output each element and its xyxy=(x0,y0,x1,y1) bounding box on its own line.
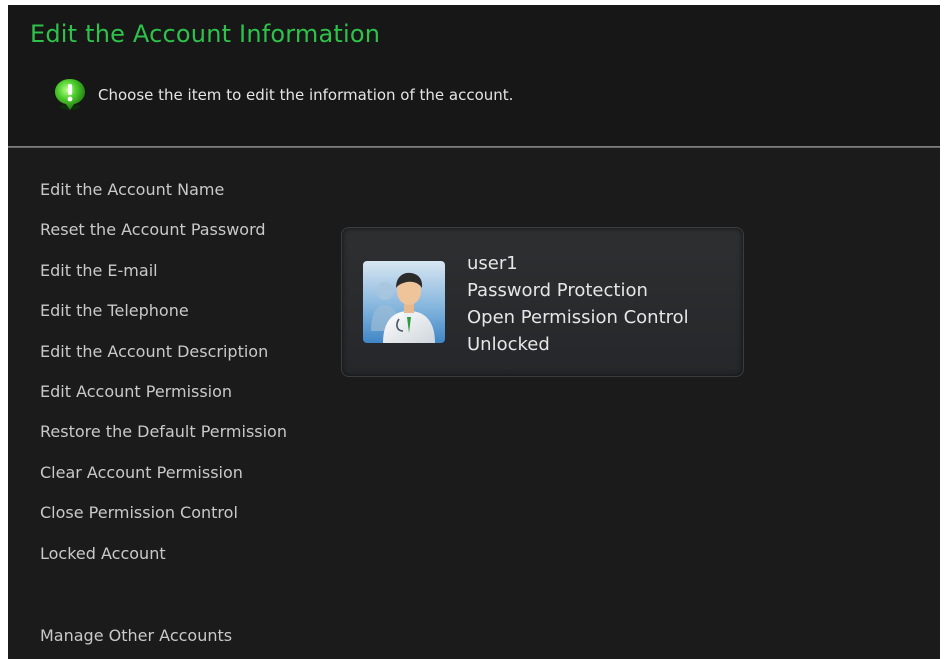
menu-item-locked-account[interactable]: Locked Account xyxy=(40,539,287,579)
menu-item-edit-account-name[interactable]: Edit the Account Name xyxy=(40,175,287,215)
action-menu: Edit the Account Name Reset the Account … xyxy=(40,175,287,579)
menu-item-edit-account-description[interactable]: Edit the Account Description xyxy=(40,337,287,377)
account-info: user1 Password Protection Open Permissio… xyxy=(467,250,689,358)
menu-item-edit-account-permission[interactable]: Edit Account Permission xyxy=(40,377,287,417)
info-icon xyxy=(52,77,88,113)
edit-account-window: Edit the Account Information Choose the … xyxy=(8,5,940,659)
menu-item-edit-telephone[interactable]: Edit the Telephone xyxy=(40,296,287,336)
menu-item-reset-account-password[interactable]: Reset the Account Password xyxy=(40,215,287,255)
menu-item-edit-email[interactable]: Edit the E-mail xyxy=(40,256,287,296)
account-permission-status: Open Permission Control xyxy=(467,307,689,328)
menu-item-restore-default-permission[interactable]: Restore the Default Permission xyxy=(40,417,287,457)
page-title: Edit the Account Information xyxy=(30,20,381,48)
account-username: user1 xyxy=(467,253,518,274)
menu-item-clear-account-permission[interactable]: Clear Account Permission xyxy=(40,458,287,498)
account-card: user1 Password Protection Open Permissio… xyxy=(341,227,744,377)
header: Edit the Account Information Choose the … xyxy=(8,5,940,146)
hint-text: Choose the item to edit the information … xyxy=(98,86,514,104)
account-lock-status: Unlocked xyxy=(467,334,550,355)
account-protection-status: Password Protection xyxy=(467,280,648,301)
hint-row: Choose the item to edit the information … xyxy=(52,75,513,115)
divider xyxy=(8,146,940,148)
user-avatar-icon xyxy=(363,261,445,343)
manage-other-accounts-link[interactable]: Manage Other Accounts xyxy=(40,626,232,645)
menu-item-close-permission-control[interactable]: Close Permission Control xyxy=(40,498,287,538)
